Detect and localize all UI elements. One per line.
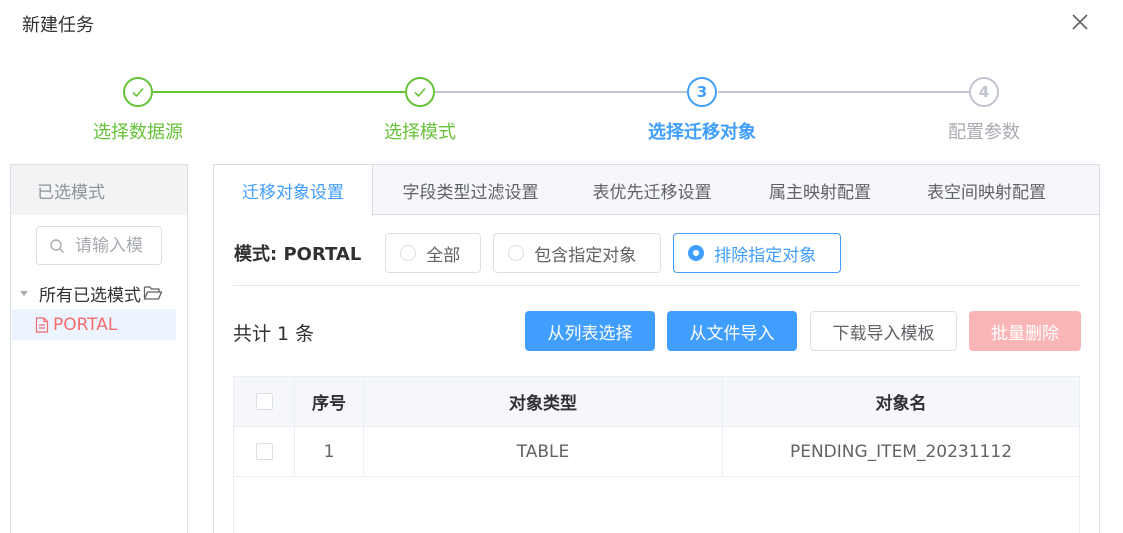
tab-tablespace-mapping[interactable]: 表空间映射配置 <box>904 165 1069 215</box>
schema-panel-header: 已选模式 <box>11 165 187 215</box>
table-row: 1 TABLE PENDING_ITEM_20231112 <box>234 427 1079 477</box>
header-index: 序号 <box>295 377 364 426</box>
radio-dot <box>400 245 417 261</box>
config-tabs: 迁移对象设置 字段类型过滤设置 表优先迁移设置 属主映射配置 表空间映射配置 <box>214 165 1099 216</box>
row-checkbox[interactable] <box>255 443 273 460</box>
row-object-name: PENDING_ITEM_20231112 <box>789 441 1013 462</box>
radio-include[interactable]: 包含指定对象 <box>493 233 662 273</box>
step-3-number: 3 <box>687 77 717 107</box>
header-object-name: 对象名 <box>875 394 927 414</box>
row-select-cell <box>234 427 295 476</box>
schema-search-input[interactable] <box>75 235 151 256</box>
radio-dot-checked <box>688 245 705 261</box>
tab-field-type-filter[interactable]: 字段类型过滤设置 <box>373 165 568 215</box>
row-object-type: TABLE <box>364 427 723 476</box>
step-1-label: 选择数据源 <box>93 122 183 143</box>
schema-panel: 已选模式 所有已选模式 PORTAL <box>10 164 188 533</box>
tree-leaf-label: PORTAL <box>53 314 118 335</box>
schema-search[interactable] <box>36 226 162 265</box>
mode-label: 模式: PORTAL <box>234 244 362 265</box>
document-icon <box>35 316 49 333</box>
import-from-file-button[interactable]: 从文件导入 <box>667 311 797 351</box>
select-from-list-button[interactable]: 从列表选择 <box>525 311 655 351</box>
caret-down-icon[interactable] <box>19 288 29 298</box>
folder-open-icon <box>143 286 163 300</box>
tree-root-label: 所有已选模式 <box>39 285 141 306</box>
radio-dot <box>508 245 525 261</box>
row-index: 1 <box>295 427 364 476</box>
step-line-2 <box>435 91 687 93</box>
close-icon[interactable] <box>1068 10 1092 34</box>
steps-bar: 3 4 选择数据源 选择模式 选择迁移对象 配置参数 <box>0 74 1123 154</box>
header-object-type: 对象类型 <box>364 377 723 426</box>
search-icon <box>50 238 64 253</box>
step-3-label: 选择迁移对象 <box>648 122 756 143</box>
radio-include-label: 包含指定对象 <box>534 245 637 266</box>
tree-root-node[interactable]: 所有已选模式 <box>19 279 163 307</box>
tree-leaf-node[interactable]: PORTAL <box>12 309 176 340</box>
config-panel: 迁移对象设置 字段类型过滤设置 表优先迁移设置 属主映射配置 表空间映射配置 模… <box>213 164 1100 533</box>
radio-all-label: 全部 <box>426 245 461 266</box>
tab-table-priority[interactable]: 表优先迁移设置 <box>568 165 736 215</box>
radio-exclude-label: 排除指定对象 <box>714 245 817 266</box>
divider <box>233 285 1080 286</box>
radio-all[interactable]: 全部 <box>385 233 482 273</box>
total-count: 共计 1 条 <box>233 323 315 345</box>
tab-object-settings[interactable]: 迁移对象设置 <box>214 165 373 216</box>
step-line-1 <box>153 91 405 93</box>
step-1-check-icon <box>123 77 153 107</box>
download-template-button[interactable]: 下载导入模板 <box>810 311 957 351</box>
select-all-checkbox[interactable] <box>255 393 273 410</box>
step-4-label: 配置参数 <box>948 122 1020 143</box>
dialog-title: 新建任务 <box>22 15 94 36</box>
radio-exclude[interactable]: 排除指定对象 <box>673 233 842 273</box>
step-line-3 <box>718 91 970 93</box>
step-2-label: 选择模式 <box>384 122 456 143</box>
table-header-row: 序号 对象类型 对象名 <box>234 377 1079 427</box>
batch-delete-button[interactable]: 批量删除 <box>969 311 1081 351</box>
select-all-cell <box>234 377 295 426</box>
objects-table: 序号 对象类型 对象名 1 TABLE PENDING_ITEM_2023111… <box>233 376 1080 533</box>
step-2-check-icon <box>405 77 435 107</box>
mode-row: 模式: PORTAL 全部 包含指定对象 排除指定对象 <box>234 233 853 273</box>
tab-owner-mapping[interactable]: 属主映射配置 <box>736 165 904 215</box>
step-4-number: 4 <box>969 77 999 107</box>
